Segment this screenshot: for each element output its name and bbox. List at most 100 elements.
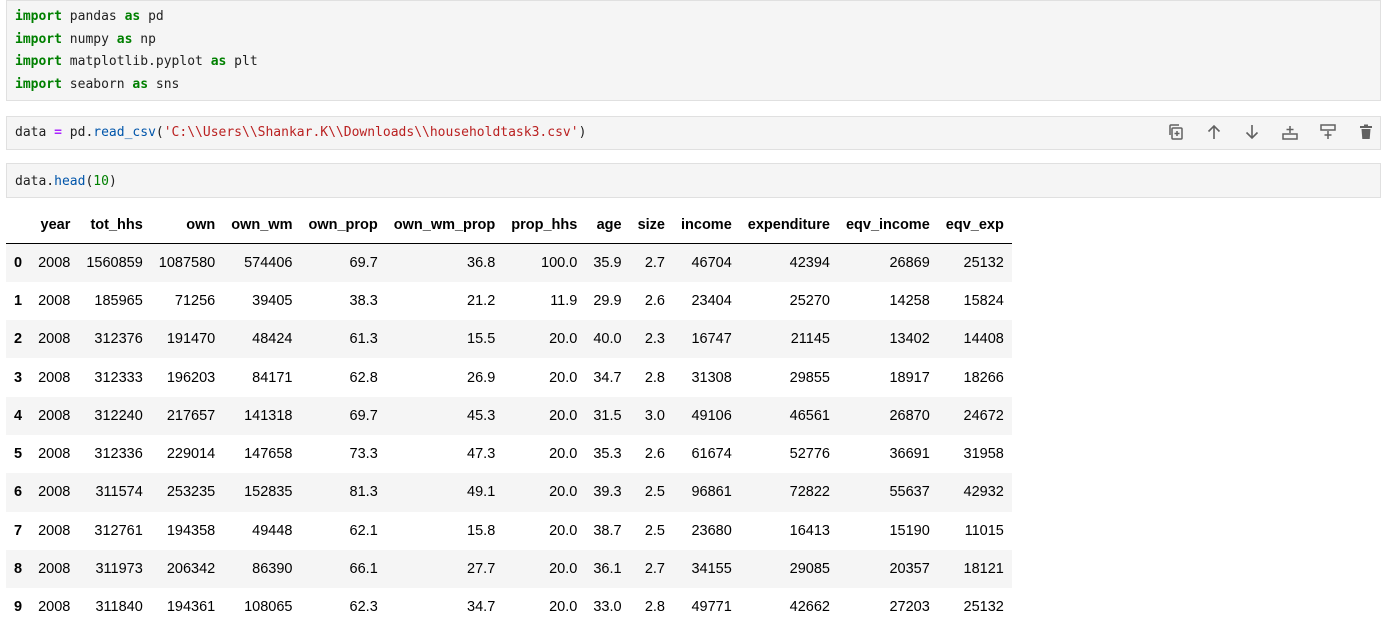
copy-icon <box>1169 124 1183 140</box>
table-cell: 1087580 <box>158 254 216 271</box>
code-line: import seaborn as sns <box>15 77 180 93</box>
insert-above-button[interactable] <box>1313 119 1343 145</box>
table-cell: 23404 <box>691 292 732 309</box>
row-index: 8 <box>14 561 23 578</box>
table-cell: 11015 <box>964 522 1004 539</box>
table-cell: 20.0 <box>549 561 578 578</box>
table-cell: 34.7 <box>593 369 622 386</box>
table-cell: 62.3 <box>349 599 378 616</box>
table-cell: 14408 <box>963 331 1004 348</box>
move-down-button[interactable] <box>1237 119 1267 145</box>
table-cell: 2.7 <box>644 254 665 271</box>
table-cell: 20.0 <box>549 331 578 348</box>
table-cell: 16747 <box>691 331 732 348</box>
table-cell: 2.6 <box>644 292 665 309</box>
row-index: 9 <box>14 599 23 616</box>
table-cell: 24672 <box>963 407 1004 424</box>
table-cell: 18917 <box>889 369 930 386</box>
table-cell: 84171 <box>252 369 293 386</box>
table-cell: 45.3 <box>467 407 496 424</box>
table-cell: 47.3 <box>467 446 496 463</box>
table-cell: 11.9 <box>550 292 578 309</box>
table-cell: 25132 <box>963 599 1004 616</box>
table-cell: 46704 <box>691 254 732 271</box>
table-row: 4 2008 312240 217657 141318 69.7 45.3 20.0 31.5 3… <box>6 396 1012 435</box>
code-line: data.head(10) <box>15 174 117 189</box>
row-index: 6 <box>14 484 23 501</box>
table-cell: 20.0 <box>549 599 578 616</box>
table-cell: 206342 <box>166 561 216 578</box>
table-cell: 14258 <box>889 292 930 309</box>
delete-icon <box>1360 124 1372 139</box>
table-cell: 66.1 <box>349 561 378 578</box>
column-header: expenditure <box>739 206 838 244</box>
table-cell: 48424 <box>252 331 293 348</box>
code-line: import matplotlib.pyplot as plt <box>15 54 258 70</box>
table-cell: 2008 <box>38 446 71 463</box>
table-cell: 2008 <box>38 369 71 386</box>
table-row: 2 2008 312376 191470 48424 61.3 15.5 20.0 40.0 2.… <box>6 320 1012 359</box>
insert-below-button[interactable] <box>1275 119 1305 145</box>
table-cell: 72822 <box>789 484 830 501</box>
insert-below-icon <box>1282 126 1298 140</box>
delete-cell-button[interactable] <box>1351 119 1381 145</box>
row-index: 5 <box>14 446 23 463</box>
table-cell: 311973 <box>95 561 143 578</box>
table-cell: 36691 <box>889 446 930 463</box>
table-row: 3 2008 312333 196203 84171 62.8 26.9 20.0 34.7 2.… <box>6 358 1012 396</box>
table-cell: 29.9 <box>593 292 622 309</box>
table-cell: 31308 <box>691 369 732 386</box>
row-index: 4 <box>14 407 23 424</box>
table-cell: 15.8 <box>467 522 496 539</box>
table-cell: 2.8 <box>644 369 665 386</box>
code-line: import pandas as pd <box>15 9 164 24</box>
table-header: year tot_hhs own own_wm own_prop own_wm_… <box>6 206 1012 244</box>
table-body: 0 2008 1560859 1087580 574406 69.7 36.8 100.0 35… <box>6 243 1012 627</box>
table-cell: 21145 <box>790 331 830 348</box>
table-cell: 81.3 <box>349 484 378 501</box>
code-cell-head[interactable]: data.head(10) <box>6 163 1381 198</box>
move-up-button[interactable] <box>1199 119 1229 145</box>
table-cell: 52776 <box>789 446 830 463</box>
table-cell: 312761 <box>94 522 143 539</box>
table-cell: 21.2 <box>467 292 496 309</box>
table-cell: 26869 <box>889 254 930 271</box>
table-cell: 38.3 <box>349 292 378 309</box>
column-header: tot_hhs <box>78 206 151 244</box>
table-cell: 2.8 <box>644 599 665 616</box>
table-cell: 217657 <box>166 407 216 424</box>
table-cell: 196203 <box>166 369 216 386</box>
table-cell: 191470 <box>166 331 216 348</box>
table-cell: 15824 <box>963 292 1004 309</box>
table-cell: 20357 <box>889 561 930 578</box>
table-cell: 49771 <box>691 599 732 616</box>
table-cell: 15.5 <box>467 331 496 348</box>
table-cell: 96861 <box>691 484 732 501</box>
table-cell: 55637 <box>889 484 930 501</box>
table-cell: 36.1 <box>593 561 622 578</box>
copy-cell-button[interactable] <box>1161 119 1191 145</box>
code-cell-imports[interactable]: import pandas as pd import numpy as np i… <box>6 0 1381 101</box>
table-cell: 20.0 <box>549 369 578 386</box>
table-cell: 49106 <box>691 407 732 424</box>
table-cell: 61674 <box>691 446 732 463</box>
table-cell: 2008 <box>38 561 71 578</box>
table-cell: 2.5 <box>644 484 665 501</box>
table-cell: 25132 <box>963 254 1004 271</box>
table-cell: 16413 <box>789 522 830 539</box>
column-header: age <box>585 206 630 244</box>
table-cell: 23680 <box>691 522 732 539</box>
table-cell: 152835 <box>244 484 293 501</box>
table-cell: 311574 <box>95 484 143 501</box>
table-cell: 39.3 <box>593 484 622 501</box>
column-header: year <box>30 206 79 244</box>
code-line: import numpy as np <box>15 31 156 47</box>
table-cell: 42932 <box>963 484 1004 501</box>
move-down-icon <box>1245 125 1259 140</box>
table-cell: 34155 <box>691 561 732 578</box>
table-cell: 20.0 <box>549 446 578 463</box>
table-cell: 25270 <box>789 292 830 309</box>
table-cell: 3.0 <box>644 407 665 424</box>
table-cell: 312336 <box>94 446 143 463</box>
table-cell: 73.3 <box>349 446 378 463</box>
